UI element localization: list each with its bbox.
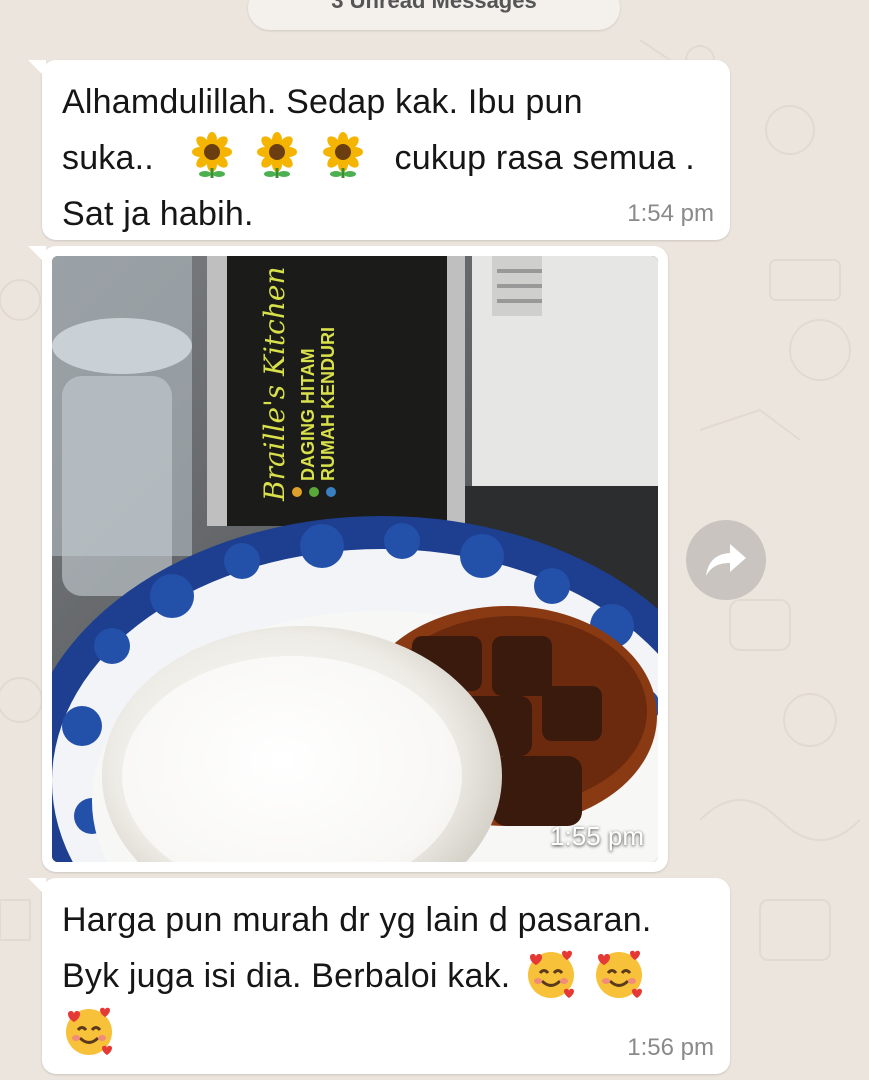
unread-messages-banner: 3 Unread Messages	[248, 0, 620, 30]
message-line: Sat ja habih.	[62, 195, 254, 233]
food-photo[interactable]: Braille's Kitchen DAGING HITAM RUMAH KEN…	[52, 256, 658, 862]
message-line: Harga pun murah dr yg lain d pasaran.	[62, 901, 652, 939]
product-name-line2: RUMAH KENDURI	[318, 327, 338, 481]
smiling-face-with-hearts-emoji	[524, 947, 578, 1001]
message-text: Harga pun murah dr yg lain d pasaran. By…	[62, 892, 710, 1062]
product-name-line1: DAGING HITAM	[298, 348, 318, 481]
message-line: Byk juga isi dia. Berbaloi kak.	[62, 948, 710, 1005]
message-text-segment: cukup rasa semua .	[394, 139, 695, 177]
message-text: Alhamdulillah. Sedap kak. Ibu pun suka..…	[62, 74, 710, 242]
smiling-face-with-hearts-emoji	[592, 947, 646, 1001]
message-line: Alhamdulillah. Sedap kak. Ibu pun	[62, 83, 583, 121]
message-bubble-1[interactable]: Alhamdulillah. Sedap kak. Ibu pun suka..…	[28, 60, 730, 242]
message-line: suka.. cukup rasa semua .	[62, 130, 710, 186]
forward-button[interactable]	[686, 520, 766, 600]
message-timestamp: 1:54 pm	[627, 200, 714, 227]
message-bubble-3[interactable]: Harga pun murah dr yg lain d pasaran. By…	[28, 878, 730, 1074]
sunflower-emoji	[319, 132, 367, 180]
product-brand: Braille's Kitchen	[258, 267, 291, 503]
sunflower-emoji	[188, 132, 236, 180]
smiling-face-with-hearts-emoji	[62, 1004, 116, 1058]
food-photo-image: Braille's Kitchen DAGING HITAM RUMAH KEN…	[52, 256, 658, 862]
unread-messages-label: 3 Unread Messages	[331, 0, 537, 13]
image-timestamp: 1:55 pm	[550, 821, 644, 851]
message-line	[62, 1005, 710, 1062]
forward-arrow-icon	[706, 544, 746, 576]
sunflower-emoji	[253, 132, 301, 180]
message-text-segment: Byk juga isi dia. Berbaloi kak.	[62, 957, 511, 995]
message-text-segment: suka..	[62, 139, 154, 177]
message-timestamp: 1:56 pm	[627, 1034, 714, 1061]
